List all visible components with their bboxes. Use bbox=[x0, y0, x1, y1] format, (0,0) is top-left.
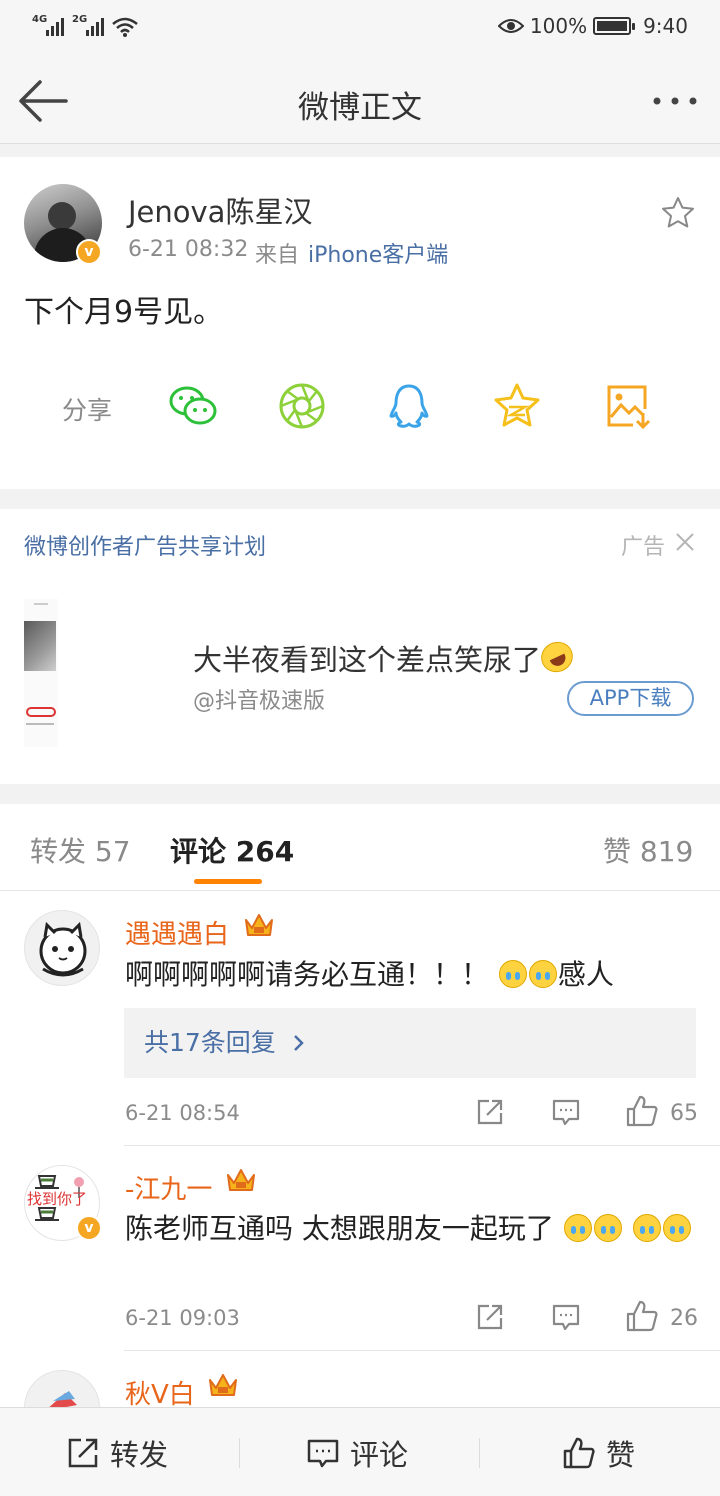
comment-text: 啊啊啊啊啊请务必互通！！！ 感人 bbox=[125, 954, 700, 996]
comment-username[interactable]: 秋V白 bbox=[125, 1374, 195, 1407]
crown-icon bbox=[227, 1169, 255, 1191]
save-image-icon[interactable] bbox=[603, 381, 653, 431]
ad-card[interactable]: 微博创作者广告共享计划 广告 大半夜看到这个差点笑尿了 @抖音极速版 APP下载 bbox=[0, 509, 720, 784]
comment-label: 评论 bbox=[350, 1437, 409, 1472]
battery-icon bbox=[593, 17, 636, 35]
verified-icon: v bbox=[76, 239, 102, 265]
like-icon bbox=[563, 1437, 595, 1468]
wechat-icon[interactable] bbox=[168, 381, 218, 431]
qzone-icon[interactable] bbox=[492, 381, 542, 431]
signal-icon bbox=[46, 16, 64, 36]
author-name[interactable]: Jenova陈星汉 bbox=[128, 189, 312, 231]
ad-thumbnail[interactable] bbox=[24, 599, 58, 747]
like-button[interactable]: 赞 bbox=[562, 1408, 635, 1496]
eye-comfort-icon bbox=[497, 19, 524, 33]
moments-icon[interactable] bbox=[277, 381, 327, 431]
repost-icon[interactable] bbox=[475, 1097, 505, 1127]
comment-avatar[interactable] bbox=[24, 910, 100, 986]
chevron-right-icon bbox=[293, 1035, 304, 1051]
close-icon[interactable] bbox=[674, 531, 696, 553]
comment-button[interactable]: 评论 bbox=[306, 1408, 408, 1496]
reply-icon[interactable] bbox=[551, 1097, 581, 1127]
crying-emoji-icon bbox=[563, 1214, 592, 1242]
share-label: 分享 bbox=[62, 396, 113, 425]
comment-text-suffix: 感人 bbox=[557, 958, 614, 991]
status-bar: 4G 2G 100% 9:40 bbox=[0, 0, 720, 58]
tab-active-indicator bbox=[194, 879, 262, 884]
comment-username[interactable]: 遇遇遇白 bbox=[125, 914, 229, 951]
crying-emoji-icon bbox=[593, 1214, 622, 1242]
crying-emoji-icon bbox=[498, 960, 527, 988]
repost-button[interactable]: 转发 bbox=[66, 1408, 168, 1496]
signal-label-1: 4G bbox=[32, 14, 48, 25]
divider bbox=[239, 1438, 240, 1468]
tab-comments[interactable]: 评论 264 bbox=[170, 830, 294, 870]
page-title: 微博正文 bbox=[298, 90, 422, 126]
post-text: 下个月9号见。 bbox=[24, 295, 224, 330]
post-card: v Jenova陈星汉 6-21 08:32 来自 iPhone客户端 下个月9… bbox=[0, 157, 720, 489]
comments-section: 转发 57 评论 264 赞 819 遇遇遇白 啊啊啊啊啊请务必互通！！！ 感人… bbox=[0, 804, 720, 1407]
ad-title[interactable]: 大半夜看到这个差点笑尿了 bbox=[193, 636, 578, 679]
reply-icon[interactable] bbox=[551, 1302, 581, 1332]
bottom-action-bar: 转发 评论 赞 bbox=[0, 1407, 720, 1496]
comment-avatar[interactable] bbox=[24, 1370, 100, 1407]
crown-icon bbox=[209, 1374, 237, 1396]
comment-icon bbox=[307, 1439, 339, 1467]
favorite-star-icon[interactable] bbox=[660, 195, 696, 231]
comment-time: 6-21 09:03 bbox=[125, 1306, 240, 1330]
status-right: 100% 9:40 bbox=[497, 14, 688, 38]
comment-divider bbox=[124, 1145, 720, 1146]
comment-text-body: 啊啊啊啊啊请务必互通！！！ bbox=[125, 958, 490, 991]
divider bbox=[0, 890, 720, 891]
replies-count: 共17条回复 bbox=[144, 1028, 276, 1057]
like-count: 26 bbox=[670, 1306, 698, 1331]
like-icon[interactable] bbox=[625, 1094, 659, 1128]
post-time: 6-21 08:32 bbox=[128, 237, 249, 262]
repost-icon bbox=[68, 1438, 98, 1467]
signal-icon-2 bbox=[86, 16, 104, 36]
ad-tag: 广告 bbox=[621, 535, 666, 560]
ad-plan-label[interactable]: 微博创作者广告共享计划 bbox=[24, 529, 266, 561]
clock: 9:40 bbox=[643, 14, 688, 38]
post-source[interactable]: iPhone客户端 bbox=[308, 237, 448, 269]
crying-emoji-icon bbox=[662, 1214, 691, 1242]
ad-source: @抖音极速版 bbox=[193, 689, 326, 714]
tab-reposts[interactable]: 转发 57 bbox=[30, 830, 131, 870]
comment-divider bbox=[124, 1350, 720, 1351]
crown-icon bbox=[245, 914, 273, 936]
avatar-caption: 找到你了 bbox=[27, 1190, 88, 1208]
app-download-button[interactable]: APP下载 bbox=[567, 681, 694, 716]
laugh-cry-emoji-icon bbox=[536, 636, 578, 678]
ad-title-text: 大半夜看到这个差点笑尿了 bbox=[193, 643, 542, 677]
comment-time: 6-21 08:54 bbox=[125, 1101, 240, 1125]
avatar-image-icon bbox=[49, 1391, 77, 1407]
crying-emoji-icon bbox=[632, 1214, 661, 1242]
battery-percent: 100% bbox=[529, 14, 588, 38]
wifi-icon bbox=[112, 17, 138, 37]
like-count: 65 bbox=[670, 1101, 698, 1126]
nav-bar: 微博正文 bbox=[0, 58, 720, 144]
repost-label: 转发 bbox=[110, 1437, 169, 1472]
divider bbox=[479, 1438, 480, 1468]
tab-likes[interactable]: 赞 819 bbox=[603, 830, 693, 870]
comment-text-body: 陈老师互通吗 太想跟朋友一起玩了 bbox=[125, 1212, 554, 1245]
crying-emoji-icon bbox=[528, 960, 557, 988]
comment-username[interactable]: -江九一 bbox=[125, 1169, 212, 1206]
post-from-label: 来自 bbox=[255, 243, 300, 268]
qq-icon[interactable] bbox=[384, 381, 434, 431]
like-label: 赞 bbox=[606, 1437, 636, 1472]
more-icon[interactable] bbox=[650, 86, 700, 116]
verified-icon: v bbox=[76, 1215, 102, 1241]
replies-link[interactable]: 共17条回复 bbox=[124, 1008, 696, 1078]
repost-icon[interactable] bbox=[475, 1302, 505, 1332]
cat-avatar-icon bbox=[39, 921, 87, 977]
comment-text: 陈老师互通吗 太想跟朋友一起玩了 bbox=[125, 1208, 700, 1250]
signal-label-2: 2G bbox=[72, 14, 88, 25]
like-icon[interactable] bbox=[625, 1299, 659, 1333]
